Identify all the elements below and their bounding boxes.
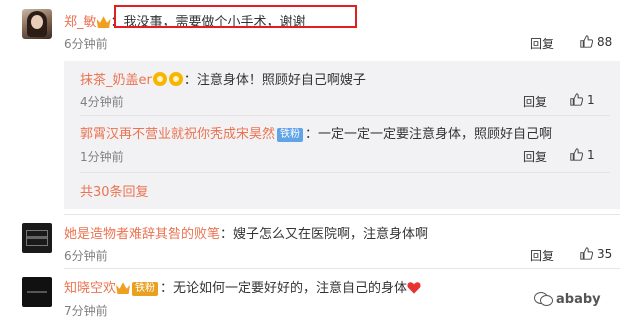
comment-time: 6分钟前 <box>64 37 108 51</box>
comment-author[interactable]: 她是造物者难辞其咎的败笔 <box>64 227 220 242</box>
like-button[interactable]: 1 <box>570 148 595 162</box>
crown-icon <box>96 16 111 28</box>
watermark: ababy <box>534 291 601 307</box>
like-count: 35 <box>597 247 613 261</box>
like-count: 1 <box>587 148 595 162</box>
comment-time: 6分钟前 <box>64 249 108 263</box>
reply-text: ：注意身体！照顾好自己啊嫂子 <box>183 73 366 88</box>
highlight-box <box>114 5 357 28</box>
reply-time: 1分钟前 <box>80 150 124 164</box>
reply-button[interactable]: 回复 <box>530 35 554 52</box>
avatar[interactable] <box>22 277 52 307</box>
heart-icon <box>407 282 421 294</box>
crown-icon <box>116 282 131 294</box>
reply-button[interactable]: 回复 <box>530 247 554 264</box>
thumb-up-icon <box>580 35 593 48</box>
comment-author[interactable]: 郑_敏 <box>64 15 97 30</box>
reply-time: 4分钟前 <box>80 95 124 109</box>
watermark-text: ababy <box>556 292 601 307</box>
comment-time: 7分钟前 <box>64 304 108 318</box>
reply-button[interactable]: 回复 <box>523 93 547 110</box>
thumb-up-icon <box>570 148 583 161</box>
like-button[interactable]: 1 <box>570 93 595 107</box>
like-count: 1 <box>587 93 595 107</box>
reply-author[interactable]: 抹茶_奶盖er <box>80 73 152 88</box>
like-button[interactable]: 35 <box>580 247 612 261</box>
avatar[interactable] <box>22 223 52 253</box>
like-count: 88 <box>597 35 613 49</box>
reply-button[interactable]: 回复 <box>523 148 547 165</box>
avatar[interactable] <box>22 9 52 39</box>
comment-text: ：无论如何一定要好好的，注意自己的身体 <box>160 281 408 296</box>
more-replies-link[interactable]: 共30条回复 <box>80 181 149 200</box>
like-button[interactable]: 88 <box>580 35 612 49</box>
divider <box>80 115 610 116</box>
reply-text: ：一定一定一定要注意身体，照顾好自己啊 <box>305 127 553 142</box>
divider <box>64 268 620 269</box>
divider <box>80 172 610 173</box>
comment-text: ：嫂子怎么又在医院啊，注意身体啊 <box>220 227 429 242</box>
vip-icon <box>152 72 167 86</box>
vip-icon <box>168 72 183 86</box>
reply-author[interactable]: 郭霄汉再不营业就祝你秃成宋昊然 <box>80 127 275 142</box>
fan-badge: 铁粉 <box>132 282 159 296</box>
comment-author[interactable]: 知晓空欢 <box>64 281 116 296</box>
thumb-up-icon <box>580 247 593 260</box>
fan-badge: 铁粉 <box>277 128 304 142</box>
divider <box>64 214 620 215</box>
thumb-up-icon <box>570 93 583 106</box>
wechat-icon <box>534 291 553 306</box>
